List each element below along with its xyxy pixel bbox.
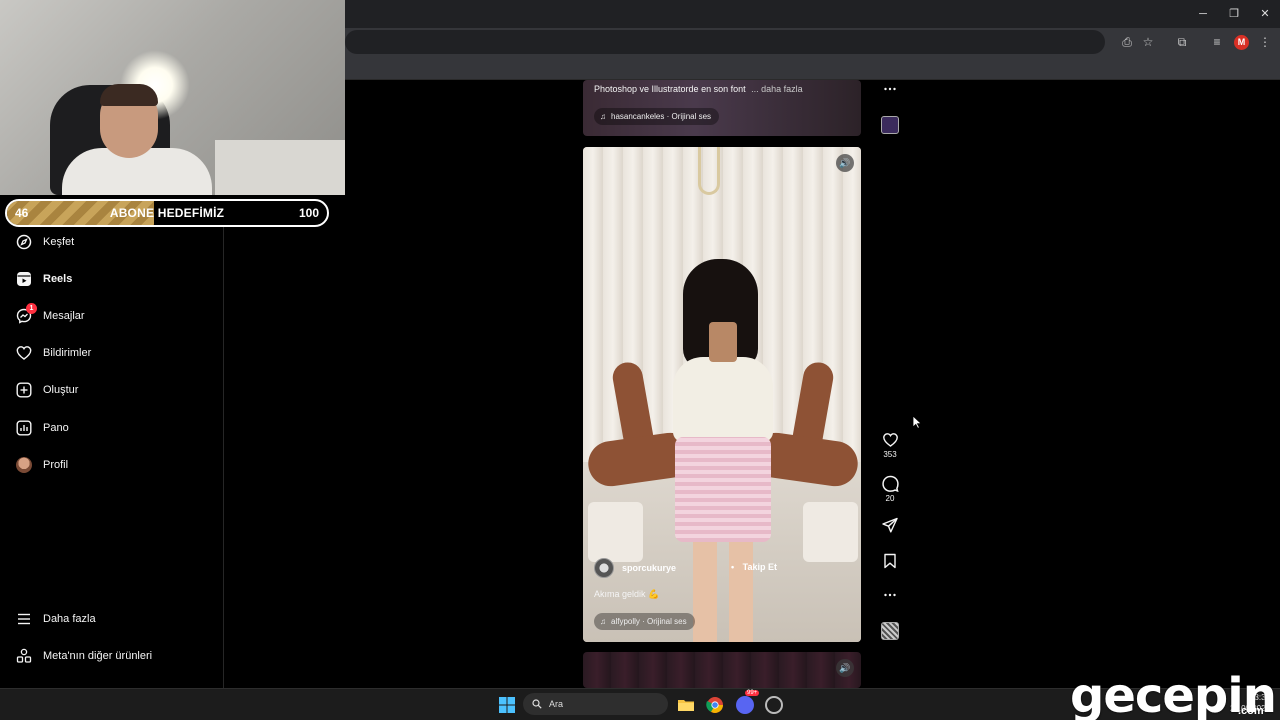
sidebar-item-label: Bildirimler: [43, 347, 92, 359]
taskbar-search-input[interactable]: Ara: [523, 693, 668, 715]
reel-more-options-icon[interactable]: [879, 588, 901, 602]
sidebar-item-label: Pano: [43, 422, 69, 434]
bookmark-star-icon[interactable]: ☆: [1140, 34, 1156, 50]
sidebar-item-label: Mesajlar: [43, 310, 85, 322]
sidebar-item-messages[interactable]: 1 Mesajlar: [16, 303, 85, 327]
steam-icon[interactable]: [765, 696, 783, 714]
apps-grid-icon: [16, 648, 32, 664]
chrome-icon[interactable]: [706, 696, 724, 714]
sidebar-item-label: Oluştur: [43, 384, 79, 396]
extensions-icon[interactable]: ⧉: [1174, 34, 1190, 50]
sidebar-item-create[interactable]: Oluştur: [16, 379, 78, 401]
reel-current[interactable]: 🔊 sporcukurye • Takip Et Akıma geldik 💪 …: [583, 147, 861, 642]
follow-separator: •: [731, 562, 735, 572]
send-icon: [882, 517, 898, 533]
comment-count: 20: [885, 494, 895, 503]
music-note-icon: ♫: [600, 617, 606, 626]
sidebar: Keşfet Reels 1 Mesajlar Bildirimler Oluş…: [0, 227, 224, 688]
comment-button[interactable]: 20: [879, 475, 901, 503]
reel-scene-lamp: [698, 147, 720, 195]
like-button[interactable]: 353: [879, 432, 901, 459]
reel-scene-legs: [693, 542, 753, 642]
reel-scene-phone: [709, 322, 737, 362]
address-bar[interactable]: [345, 30, 1105, 54]
sidebar-item-label: Profil: [43, 459, 69, 471]
mouse-cursor-icon: [912, 415, 922, 434]
screen: ─ ❐ ✕ ⎙ ☆ ⧉ ≡ M ⋮ 46 ABONE HEDEFİMİZ 100…: [0, 0, 1280, 720]
watermark-domain: .com: [1238, 705, 1264, 717]
sidebar-item-profile[interactable]: Profil: [16, 454, 68, 476]
sidebar-more-button[interactable]: Daha fazla: [16, 608, 96, 630]
more-link[interactable]: ... daha fazla: [751, 84, 803, 94]
music-note-icon: ♫: [600, 112, 606, 121]
media-control-icon[interactable]: ≡: [1209, 34, 1225, 50]
close-icon[interactable]: ✕: [1256, 6, 1274, 22]
save-button[interactable]: [879, 553, 901, 569]
file-explorer-icon[interactable]: [677, 696, 695, 714]
reel-scene-shorts: [675, 437, 771, 542]
subscriber-goal-bar: 46 ABONE HEDEFİMİZ 100: [5, 199, 329, 227]
sidebar-meta-label: Meta'nın diğer ürünleri: [43, 650, 153, 662]
sidebar-item-label: Reels: [43, 273, 73, 285]
compass-icon: [16, 234, 32, 250]
sidebar-more-label: Daha fazla: [43, 613, 96, 625]
follow-button[interactable]: • Takip Et: [731, 562, 777, 572]
like-count: 353: [883, 450, 897, 459]
reel-audio[interactable]: ♫ alfypolly · Orijinal ses: [594, 613, 695, 630]
author-avatar[interactable]: [594, 558, 614, 578]
comment-icon: [881, 475, 899, 492]
discord-badge: 99+: [745, 690, 760, 696]
sidebar-item-explore[interactable]: Keşfet: [16, 231, 74, 253]
webcam-person-hair: [100, 84, 158, 106]
messages-badge: 1: [26, 303, 37, 314]
discord-icon[interactable]: 99+: [736, 690, 760, 714]
sidebar-item-dashboard[interactable]: Pano: [16, 417, 69, 439]
dashboard-icon: [16, 420, 32, 436]
more-options-icon[interactable]: [879, 82, 901, 96]
profile-avatar: [16, 457, 32, 473]
bookmark-icon: [884, 553, 896, 569]
sidebar-item-label: Keşfet: [43, 236, 75, 248]
heart-icon: [882, 433, 898, 447]
hamburger-icon: [16, 611, 32, 627]
search-icon: [532, 699, 542, 709]
browser-profile-avatar[interactable]: M: [1234, 35, 1249, 50]
sidebar-meta-products-button[interactable]: Meta'nın diğer ürünleri: [16, 645, 152, 667]
volume-button[interactable]: 🔊: [836, 154, 854, 172]
reel-scene-pillow: [588, 502, 643, 562]
reel-scene-pillow: [803, 502, 858, 562]
volume-button[interactable]: 🔊: [836, 659, 854, 677]
reels-icon: [16, 271, 32, 287]
audio-thumbnail[interactable]: [881, 116, 899, 134]
messenger-icon: 1: [16, 303, 37, 324]
follow-label: Takip Et: [742, 562, 778, 572]
reel-caption: Akıma geldik 💪: [594, 589, 660, 599]
browser-menu-icon[interactable]: ⋮: [1257, 34, 1273, 50]
share-button[interactable]: [879, 517, 901, 533]
search-placeholder: Ara: [549, 699, 564, 709]
audio-thumbnail[interactable]: [881, 622, 899, 640]
windows-start-icon[interactable]: [498, 696, 516, 714]
goal-title: ABONE HEDEFİMİZ: [109, 206, 225, 220]
reel-audio[interactable]: ♫ hasancankeles · Orijinal ses: [594, 108, 720, 125]
minimize-icon[interactable]: ─: [1194, 6, 1212, 22]
reel-next[interactable]: 🔊: [583, 652, 861, 688]
reel-scene-blouse: [673, 357, 773, 442]
sidebar-item-reels[interactable]: Reels: [16, 268, 72, 290]
webcam-bed: [215, 140, 345, 195]
sidebar-item-notifications[interactable]: Bildirimler: [16, 342, 91, 364]
plus-square-icon: [16, 382, 32, 398]
reel-caption: Photoshop ve Illustratorde en son font .…: [594, 84, 803, 94]
heart-icon: [16, 345, 32, 361]
author-username[interactable]: sporcukurye: [622, 563, 676, 573]
restore-icon[interactable]: ❐: [1225, 6, 1243, 22]
install-app-icon[interactable]: ⎙: [1119, 34, 1135, 50]
reel-author[interactable]: sporcukurye: [594, 558, 676, 578]
webcam-overlay: [0, 0, 345, 195]
reel-previous[interactable]: Photoshop ve Illustratorde en son font .…: [583, 80, 861, 136]
goal-target: 100: [298, 206, 319, 220]
